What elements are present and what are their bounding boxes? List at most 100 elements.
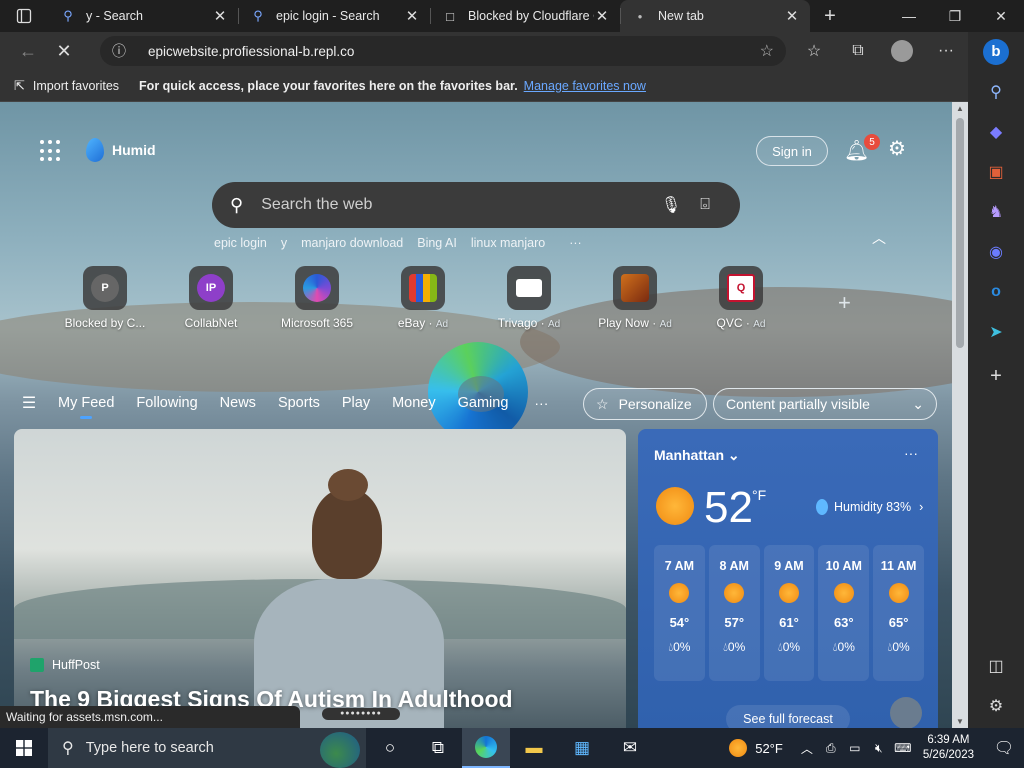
- start-button[interactable]: [0, 728, 48, 768]
- close-icon[interactable]: ✕: [594, 7, 610, 25]
- content-visibility-dropdown[interactable]: Content partially visible ⌄: [713, 388, 937, 420]
- personalize-button[interactable]: ☆ Personalize: [583, 388, 707, 420]
- hour-column[interactable]: 11 AM 65° 💧︎0%: [873, 545, 924, 681]
- sidebar-tools-button[interactable]: ▣: [968, 154, 1024, 190]
- sidebar-add-button[interactable]: +: [968, 358, 1024, 394]
- hero-article-card[interactable]: HuffPost The 9 Biggest Signs Of Autism I…: [14, 429, 626, 728]
- apps-grid-icon[interactable]: [40, 140, 62, 162]
- cortana-button[interactable]: ○: [366, 728, 414, 768]
- page-settings-gear-icon[interactable]: ⚙: [888, 136, 906, 161]
- more-icon[interactable]: ···: [904, 445, 918, 461]
- hour-column[interactable]: 9 AM 61° 💧︎0%: [763, 545, 815, 681]
- quick-link-tile[interactable]: P Blocked by C...: [52, 266, 158, 330]
- keyboard-icon[interactable]: ⌨: [891, 741, 915, 755]
- taskbar-edge-button[interactable]: [462, 728, 510, 768]
- profile-avatar[interactable]: [891, 40, 913, 62]
- favorites-button[interactable]: ☆: [792, 41, 836, 61]
- taskbar-store-button[interactable]: ▦: [558, 728, 606, 768]
- collections-button[interactable]: ⧉: [836, 42, 880, 60]
- minimize-button[interactable]: —: [886, 0, 932, 32]
- add-quick-link-icon[interactable]: +: [838, 290, 851, 316]
- taskbar-file-explorer-button[interactable]: ▬: [510, 728, 558, 768]
- settings-more-button[interactable]: ···: [924, 42, 968, 60]
- new-tab-button[interactable]: +: [810, 5, 850, 28]
- quick-link-tile[interactable]: Play Now · Ad: [582, 266, 688, 330]
- microphone-icon[interactable]: 🎙︎: [654, 195, 688, 215]
- back-button[interactable]: ←: [10, 32, 46, 70]
- menu-icon[interactable]: ☰: [0, 393, 58, 413]
- hide-sidebar-button[interactable]: ◫: [968, 648, 1024, 684]
- feed-tab-sports[interactable]: Sports: [278, 395, 332, 411]
- tab-actions-button[interactable]: [0, 0, 48, 32]
- url-text[interactable]: epicwebsite.profiessional-b.repl.co: [148, 44, 760, 59]
- quick-link-tile[interactable]: Trivago · Ad: [476, 266, 582, 330]
- feed-tab-my-feed[interactable]: My Feed: [58, 395, 126, 419]
- close-icon[interactable]: ✕: [784, 7, 800, 25]
- sidebar-shopping-button[interactable]: ◆: [968, 114, 1024, 150]
- tab-y-search[interactable]: ⚲ y - Search ✕: [48, 0, 238, 32]
- sidebar-outlook-button[interactable]: o: [968, 274, 1024, 310]
- web-search-box[interactable]: ⚲ Search the web 🎙︎ ⌻: [212, 182, 740, 228]
- quick-link-tile[interactable]: eBay · Ad: [370, 266, 476, 330]
- bing-chat-button[interactable]: b: [968, 34, 1024, 70]
- sign-in-button[interactable]: Sign in: [756, 136, 828, 166]
- feed-tab-gaming[interactable]: Gaming: [458, 395, 521, 411]
- carousel-dots[interactable]: ●●●●●●●●: [322, 708, 400, 720]
- recent-search-item[interactable]: Bing AI: [417, 236, 457, 250]
- sidebar-games-button[interactable]: ♞: [968, 194, 1024, 230]
- recent-search-item[interactable]: y: [281, 236, 287, 250]
- network-icon[interactable]: ▭: [843, 741, 867, 755]
- sidebar-m365-button[interactable]: ◉: [968, 234, 1024, 270]
- taskbar-weather[interactable]: 52°F: [729, 739, 783, 757]
- scroll-down-icon[interactable]: ▼: [952, 717, 968, 726]
- search-input[interactable]: Search the web: [261, 196, 654, 214]
- restore-button[interactable]: ❐: [932, 0, 978, 32]
- collapse-chevron-icon[interactable]: ︿: [872, 228, 886, 248]
- more-icon[interactable]: ···: [534, 395, 548, 411]
- recent-search-item[interactable]: manjaro download: [301, 236, 403, 250]
- hour-column[interactable]: 7 AM 54° 💧︎0%: [654, 545, 705, 681]
- hour-column[interactable]: 8 AM 57° 💧︎0%: [708, 545, 760, 681]
- stop-loading-button[interactable]: ✕: [46, 32, 82, 70]
- sidebar-drop-button[interactable]: ➤: [968, 314, 1024, 350]
- feed-tab-money[interactable]: Money: [392, 395, 448, 411]
- feed-tab-following[interactable]: Following: [136, 395, 209, 411]
- taskbar-search-input[interactable]: Type here to search: [86, 740, 214, 756]
- visual-search-icon[interactable]: ⌻: [688, 196, 722, 214]
- more-icon[interactable]: ···: [569, 236, 582, 250]
- import-favorites-button[interactable]: ⇱ Import favorites: [0, 78, 133, 94]
- tab-epic-login-search[interactable]: ⚲ epic login - Search ✕: [238, 0, 430, 32]
- page-scrollbar[interactable]: ▲ ▼: [952, 102, 968, 728]
- show-hidden-icons-chevron-icon[interactable]: ︿: [795, 740, 819, 757]
- task-view-button[interactable]: ⧉: [414, 728, 462, 768]
- recent-search-item[interactable]: epic login: [214, 236, 267, 250]
- action-center-icon[interactable]: 🗨︎: [984, 738, 1024, 758]
- close-window-button[interactable]: ✕: [978, 0, 1024, 32]
- scrollbar-thumb[interactable]: [956, 118, 964, 348]
- close-icon[interactable]: ✕: [404, 7, 420, 25]
- volume-muted-icon[interactable]: 🔇︎: [867, 741, 891, 756]
- humidity-link[interactable]: Humidity 83% ›: [816, 499, 923, 515]
- taskbar-mail-button[interactable]: ✉: [606, 728, 654, 768]
- weather-location[interactable]: Manhattan ⌄: [654, 447, 740, 464]
- recent-search-item[interactable]: linux manjaro: [471, 236, 545, 250]
- tab-new-tab[interactable]: ● New tab ✕: [620, 0, 810, 32]
- meet-now-icon[interactable]: ⎙: [819, 741, 843, 756]
- sidebar-settings-button[interactable]: ⚙: [968, 688, 1024, 724]
- weather-brand[interactable]: Humid: [86, 138, 156, 162]
- add-favorite-icon[interactable]: ☆: [760, 41, 774, 61]
- quick-link-tile[interactable]: Q QVC · Ad: [688, 266, 794, 330]
- taskbar-search-box[interactable]: ⚲ Type here to search: [48, 728, 366, 768]
- clock[interactable]: 6:39 AM 5/26/2023: [923, 733, 974, 763]
- quick-link-tile[interactable]: Microsoft 365: [264, 266, 370, 330]
- see-full-forecast-button[interactable]: See full forecast: [726, 705, 850, 728]
- info-icon[interactable]: ⓘ: [112, 41, 134, 61]
- weather-map-thumbnail[interactable]: [890, 697, 922, 728]
- feed-tab-news[interactable]: News: [220, 395, 268, 411]
- manage-favorites-link[interactable]: Manage favorites now: [524, 79, 646, 93]
- tab-blocked-cloudflare[interactable]: □ Blocked by Cloudflare C ✕: [430, 0, 620, 32]
- address-bar[interactable]: ⓘ epicwebsite.profiessional-b.repl.co ☆: [100, 36, 786, 66]
- sidebar-search-button[interactable]: ⚲: [968, 74, 1024, 110]
- scroll-up-icon[interactable]: ▲: [952, 104, 968, 113]
- hour-column[interactable]: 10 AM 63° 💧︎0%: [818, 545, 870, 681]
